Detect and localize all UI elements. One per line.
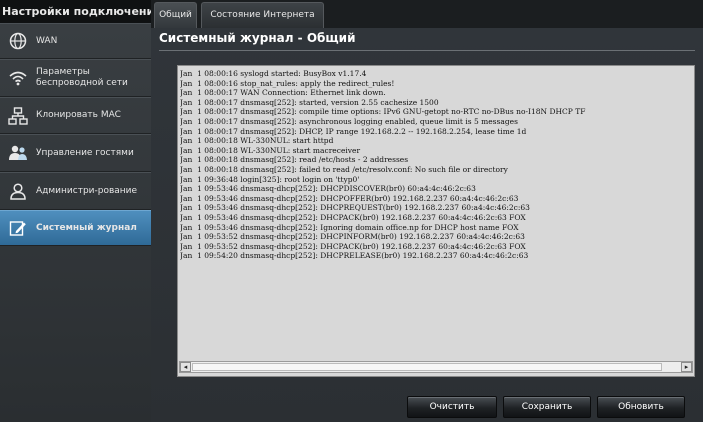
guests-icon [0,144,36,162]
log-line: Jan 1 09:54:20 dnsmasq-dhcp[252]: DHCPRE… [180,251,529,261]
sidebar-header: Настройки подключения [0,0,151,23]
sidebar-item-label: Администри-рование [36,185,138,196]
log-line: Jan 1 09:36:48 login[325]: root login on… [180,174,360,184]
log-content: Jan 1 08:00:16 syslogd started: BusyBox … [180,69,692,359]
main-panel: Системный журнал - Общий Jan 1 08:00:16 … [151,28,703,422]
log-line: Jan 1 08:00:17 dnsmasq[252]: started, ve… [180,97,439,107]
scrollbar-thumb[interactable] [192,363,662,371]
log-line: Jan 1 08:00:18 WL-330NUL: start httpd [180,136,334,146]
save-button[interactable]: Сохранить [503,396,591,418]
scroll-right-button[interactable]: ▸ [681,362,692,372]
sidebar-item-wireless[interactable]: Параметры беспроводной сети [0,59,151,97]
sidebar-item-label: Системный журнал [36,222,137,233]
log-line: Jan 1 09:53:46 dnsmasq-dhcp[252]: Ignori… [180,222,519,232]
sidebar-item-label: Параметры беспроводной сети [36,67,128,88]
log-line: Jan 1 09:53:52 dnsmasq-dhcp[252]: DHCPAC… [180,241,526,251]
sidebar-item-label: Управление гостями [36,147,134,158]
log-line: Jan 1 08:00:17 dnsmasq[252]: asynchronou… [180,116,518,126]
log-line: Jan 1 08:00:18 dnsmasq[252]: read /etc/h… [180,155,409,165]
log-line: Jan 1 09:53:46 dnsmasq-dhcp[252]: DHCPDI… [180,184,476,194]
system-log-textarea[interactable]: Jan 1 08:00:16 syslogd started: BusyBox … [177,65,695,377]
log-line: Jan 1 08:00:17 dnsmasq[252]: compile tim… [180,107,586,117]
tab-internet-status[interactable]: Состояние Интернета [201,2,324,28]
refresh-button[interactable]: Обновить [597,396,685,418]
tab-general[interactable]: Общий [154,2,197,28]
wifi-icon [0,70,36,86]
globe-icon [0,32,36,50]
title-divider [159,50,695,51]
page-title: Системный журнал - Общий [159,31,356,45]
log-line: Jan 1 09:53:46 dnsmasq-dhcp[252]: DHCPAC… [180,212,526,222]
log-line: Jan 1 08:00:17 WAN Connection: Ethernet … [180,88,386,98]
log-line: Jan 1 08:00:18 WL-330NUL: start macrecei… [180,145,361,155]
log-line: Jan 1 08:00:16 stop_nat_rules: apply the… [180,78,395,88]
sidebar-item-system-log[interactable]: Системный журнал [0,210,151,246]
clear-button[interactable]: Очистить [407,396,497,418]
log-line: Jan 1 09:53:46 dnsmasq-dhcp[252]: DHCPOF… [180,193,519,203]
sidebar-item-label: Клонировать MAC [36,110,121,120]
log-line: Jan 1 08:00:18 dnsmasq[252]: failed to r… [180,164,508,174]
sidebar: Настройки подключения WAN Параметры бесп… [0,0,151,422]
log-line: Jan 1 09:53:52 dnsmasq-dhcp[252]: DHCPIN… [180,232,525,242]
tab-bar: Общий Состояние Интернета [151,0,703,28]
scroll-left-button[interactable]: ◂ [180,362,191,372]
network-icon [0,106,36,125]
admin-user-icon [0,182,36,200]
log-line: Jan 1 09:53:46 dnsmasq-dhcp[252]: DHCPRE… [180,203,530,213]
log-line: Jan 1 08:00:17 dnsmasq[252]: DHCP, IP ra… [180,126,527,136]
sidebar-item-administration[interactable]: Администри-рование [0,172,151,210]
log-line: Jan 1 08:00:16 syslogd started: BusyBox … [180,69,367,78]
sidebar-item-guests[interactable]: Управление гостями [0,134,151,172]
horizontal-scrollbar[interactable]: ◂ ▸ [179,361,693,373]
sidebar-item-clone-mac[interactable]: Клонировать MAC [0,97,151,134]
log-edit-icon [0,219,36,237]
sidebar-item-label: WAN [36,35,58,46]
sidebar-item-wan[interactable]: WAN [0,23,151,59]
